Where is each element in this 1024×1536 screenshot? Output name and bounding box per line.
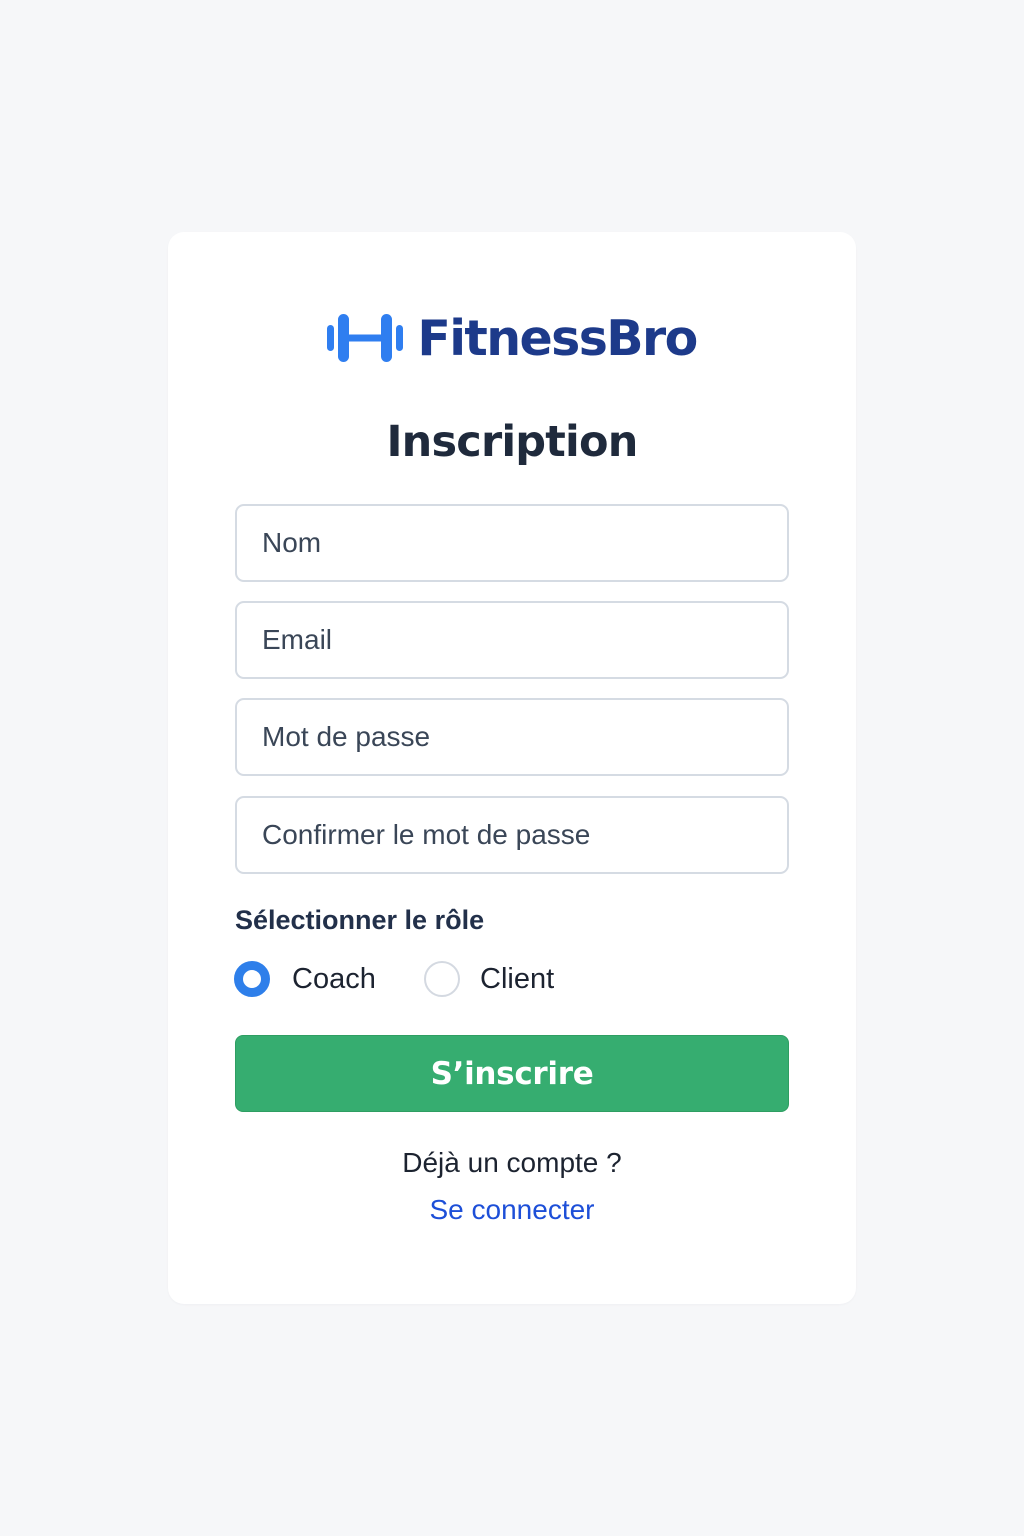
signup-button[interactable]: S’inscrire xyxy=(235,1035,789,1112)
brand-name: FitnessBro xyxy=(417,310,698,367)
client-radio[interactable] xyxy=(424,961,460,997)
login-link[interactable]: Se connecter xyxy=(168,1190,856,1230)
coach-label: Coach xyxy=(292,962,376,995)
role-label: Sélectionner le rôle xyxy=(235,905,485,935)
name-input[interactable] xyxy=(235,504,789,582)
coach-radio[interactable] xyxy=(234,961,270,997)
existing-account-text: Déjà un compte ? xyxy=(402,1147,622,1178)
client-label: Client xyxy=(480,962,555,995)
confirm-password-input[interactable] xyxy=(235,796,789,874)
page-title: Inscription xyxy=(386,417,638,467)
password-input[interactable] xyxy=(235,698,789,776)
role-option-client[interactable]: Client xyxy=(424,959,554,999)
email-input[interactable] xyxy=(235,601,789,679)
brand: FitnessBro xyxy=(168,308,856,368)
dumbbell-icon xyxy=(327,314,404,362)
role-option-coach[interactable]: Coach xyxy=(234,959,376,999)
signup-card: FitnessBro Inscription Sélectionner le r… xyxy=(168,232,856,1304)
